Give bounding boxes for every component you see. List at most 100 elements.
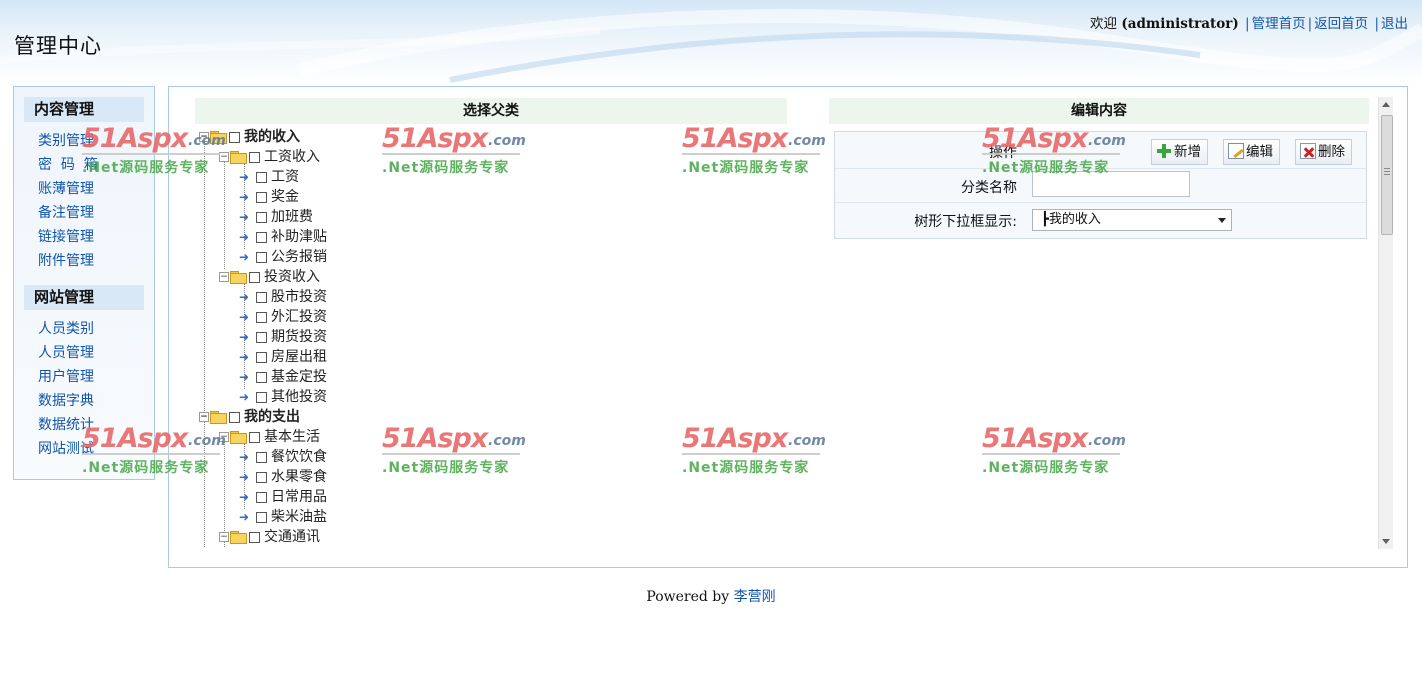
collapse-icon[interactable]: − — [219, 152, 229, 162]
collapse-icon[interactable]: − — [219, 532, 229, 542]
collapse-icon[interactable]: − — [199, 412, 209, 422]
arrow-right-icon: ➜ — [239, 190, 250, 204]
tree-node-leaf[interactable]: ➜ 股市投资 — [239, 287, 327, 307]
edit-form: 操作 新增 编辑 删除 分类名称 树形下拉框显示: ┣我的收入 — [834, 131, 1367, 239]
sidebar-item-notes[interactable]: 备注管理 — [38, 201, 154, 225]
form-row-operations: 操作 新增 编辑 删除 — [835, 132, 1366, 169]
scrollbar-thumb[interactable] — [1381, 115, 1393, 235]
sidebar-item-user-management[interactable]: 用户管理 — [38, 365, 154, 389]
sidebar-item-person-management[interactable]: 人员管理 — [38, 341, 154, 365]
add-icon — [1156, 143, 1172, 159]
tree-checkbox[interactable] — [256, 351, 267, 363]
tree-checkbox[interactable] — [256, 211, 267, 223]
scroll-down-icon[interactable] — [1382, 539, 1390, 544]
folder-icon — [230, 151, 247, 164]
collapse-icon[interactable]: − — [219, 272, 229, 282]
edit-icon — [1228, 143, 1244, 159]
sidebar-item-person-category[interactable]: 人员类别 — [38, 317, 154, 341]
scroll-up-icon[interactable] — [1382, 102, 1390, 107]
return-home-link[interactable]: 返回首页 — [1314, 16, 1368, 32]
arrow-right-icon: ➜ — [239, 350, 250, 364]
tree-checkbox[interactable] — [256, 491, 267, 503]
tree-node-leaf[interactable]: ➜ 加班费 — [239, 207, 313, 227]
tree-node-leaf[interactable]: ➜ 基金定投 — [239, 367, 327, 387]
arrow-right-icon: ➜ — [239, 210, 250, 224]
tree-checkbox[interactable] — [256, 331, 267, 343]
sidebar-item-password-box[interactable]: 密 码 箱 — [38, 153, 154, 177]
tree-checkbox[interactable] — [256, 291, 267, 303]
tree-checkbox[interactable] — [256, 191, 267, 203]
collapse-icon[interactable]: − — [199, 132, 209, 142]
tree-dropdown[interactable]: ┣我的收入 — [1032, 209, 1232, 231]
edit-button[interactable]: 编辑 — [1223, 139, 1280, 165]
tree-checkbox[interactable] — [249, 431, 260, 443]
folder-icon — [210, 411, 227, 424]
sidebar-item-attachments[interactable]: 附件管理 — [38, 249, 154, 273]
arrow-right-icon: ➜ — [239, 370, 250, 384]
sidebar-item-site-test[interactable]: 网站测试 — [38, 437, 154, 461]
tree-checkbox[interactable] — [249, 271, 260, 283]
tree-node-leaf[interactable]: ➜ 餐饮饮食 — [239, 447, 327, 467]
logout-link[interactable]: 退出 — [1381, 16, 1408, 32]
welcome-text: 欢迎 — [1090, 16, 1118, 32]
tree-checkbox[interactable] — [249, 531, 260, 543]
tree-node-leaf[interactable]: ➜ 期货投资 — [239, 327, 327, 347]
sidebar-item-ledger[interactable]: 账薄管理 — [38, 177, 154, 201]
tree-checkbox[interactable] — [256, 511, 267, 523]
tree-checkbox[interactable] — [256, 311, 267, 323]
tree-node-group[interactable]: − 交通通讯 — [219, 527, 320, 547]
tree-node-group[interactable]: − 基本生活 — [219, 427, 320, 447]
author-link[interactable]: 李营刚 — [734, 589, 776, 605]
tree-node-leaf[interactable]: ➜ 外汇投资 — [239, 307, 327, 327]
tree-select-label: 树形下拉框显示: — [914, 214, 1017, 230]
tree-node-leaf[interactable]: ➜ 公务报销 — [239, 247, 327, 267]
folder-icon — [230, 271, 247, 284]
arrow-right-icon: ➜ — [239, 390, 250, 404]
username: (administrator) — [1121, 16, 1239, 32]
header: 管理中心 欢迎 (administrator) | 管理首页 | 返回首页 | 退出 — [0, 0, 1422, 86]
delete-button[interactable]: 删除 — [1295, 139, 1352, 165]
tree-connector — [224, 159, 225, 269]
tree-checkbox[interactable] — [256, 251, 267, 263]
sidebar-item-data-statistics[interactable]: 数据统计 — [38, 413, 154, 437]
tree-node-group[interactable]: − 投资收入 — [219, 267, 320, 287]
tree-checkbox[interactable] — [229, 411, 240, 423]
tree-node-root[interactable]: − 我的支出 — [199, 407, 300, 427]
separator: | — [1374, 16, 1379, 32]
collapse-icon[interactable]: − — [219, 432, 229, 442]
tree-checkbox[interactable] — [229, 131, 240, 143]
arrow-right-icon: ➜ — [239, 310, 250, 324]
tree-checkbox[interactable] — [256, 391, 267, 403]
tree-node-leaf[interactable]: ➜ 其他投资 — [239, 387, 327, 407]
category-name-input[interactable] — [1032, 171, 1190, 197]
separator: | — [1307, 16, 1313, 32]
add-button[interactable]: 新增 — [1151, 139, 1208, 165]
tree-checkbox[interactable] — [256, 451, 267, 463]
tree-node-root[interactable]: − 我的收入 — [199, 127, 300, 147]
category-tree: − 我的收入 − 工资收入 ➜ 工资 ➜ 奖金 ➜ 加班费 ➜ 补助津贴 ➜ 公务报销 − 投资… — [199, 127, 619, 547]
top-links: 欢迎 (administrator) | 管理首页 | 返回首页 | 退出 — [1090, 12, 1408, 32]
sidebar-item-data-dictionary[interactable]: 数据字典 — [38, 389, 154, 413]
tree-checkbox[interactable] — [256, 371, 267, 383]
arrow-right-icon: ➜ — [239, 490, 250, 504]
tree-node-leaf[interactable]: ➜ 奖金 — [239, 187, 299, 207]
sidebar-item-links[interactable]: 链接管理 — [38, 225, 154, 249]
folder-icon — [230, 431, 247, 444]
sidebar-item-category[interactable]: 类别管理 — [38, 129, 154, 153]
tree-node-leaf[interactable]: ➜ 房屋出租 — [239, 347, 327, 367]
tree-connector — [204, 139, 205, 547]
arrow-right-icon: ➜ — [239, 470, 250, 484]
tree-checkbox[interactable] — [256, 231, 267, 243]
folder-icon — [210, 131, 227, 144]
tree-node-leaf[interactable]: ➜ 工资 — [239, 167, 299, 187]
tree-node-leaf[interactable]: ➜ 柴米油盐 — [239, 507, 327, 527]
tree-checkbox[interactable] — [249, 151, 260, 163]
tree-node-leaf[interactable]: ➜ 补助津贴 — [239, 227, 327, 247]
tree-node-leaf[interactable]: ➜ 日常用品 — [239, 487, 327, 507]
tree-checkbox[interactable] — [256, 471, 267, 483]
tree-checkbox[interactable] — [256, 171, 267, 183]
vertical-scrollbar[interactable] — [1378, 97, 1393, 549]
tree-node-leaf[interactable]: ➜ 水果零食 — [239, 467, 327, 487]
tree-node-group[interactable]: − 工资收入 — [219, 147, 320, 167]
admin-home-link[interactable]: 管理首页 — [1252, 16, 1306, 32]
